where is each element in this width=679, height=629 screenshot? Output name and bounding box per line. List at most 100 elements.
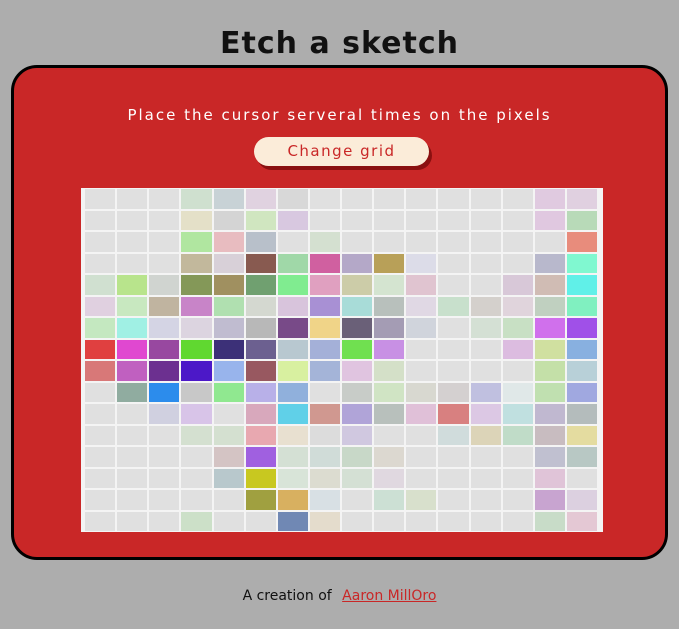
grid-pixel[interactable] bbox=[374, 232, 405, 252]
grid-pixel[interactable] bbox=[502, 189, 533, 209]
grid-pixel[interactable] bbox=[277, 490, 308, 510]
grid-pixel[interactable] bbox=[406, 339, 437, 359]
grid-pixel[interactable] bbox=[566, 339, 597, 359]
grid-pixel[interactable] bbox=[566, 318, 597, 338]
grid-pixel[interactable] bbox=[181, 318, 212, 338]
grid-pixel[interactable] bbox=[85, 382, 116, 402]
grid-pixel[interactable] bbox=[117, 468, 148, 488]
grid-pixel[interactable] bbox=[117, 339, 148, 359]
grid-pixel[interactable] bbox=[245, 511, 276, 531]
grid-pixel[interactable] bbox=[149, 447, 180, 467]
grid-pixel[interactable] bbox=[566, 382, 597, 402]
grid-pixel[interactable] bbox=[374, 189, 405, 209]
grid-pixel[interactable] bbox=[245, 490, 276, 510]
grid-pixel[interactable] bbox=[342, 404, 373, 424]
grid-pixel[interactable] bbox=[342, 210, 373, 230]
grid-pixel[interactable] bbox=[502, 490, 533, 510]
grid-pixel[interactable] bbox=[374, 361, 405, 381]
grid-pixel[interactable] bbox=[534, 404, 565, 424]
grid-pixel[interactable] bbox=[438, 490, 469, 510]
grid-pixel[interactable] bbox=[374, 490, 405, 510]
grid-pixel[interactable] bbox=[181, 189, 212, 209]
grid-pixel[interactable] bbox=[149, 490, 180, 510]
grid-pixel[interactable] bbox=[277, 189, 308, 209]
grid-pixel[interactable] bbox=[566, 425, 597, 445]
grid-pixel[interactable] bbox=[309, 318, 340, 338]
grid-pixel[interactable] bbox=[181, 468, 212, 488]
grid-pixel[interactable] bbox=[374, 296, 405, 316]
grid-pixel[interactable] bbox=[502, 468, 533, 488]
grid-pixel[interactable] bbox=[566, 275, 597, 295]
grid-pixel[interactable] bbox=[245, 425, 276, 445]
grid-pixel[interactable] bbox=[213, 447, 244, 467]
grid-pixel[interactable] bbox=[470, 361, 501, 381]
grid-pixel[interactable] bbox=[181, 447, 212, 467]
grid-pixel[interactable] bbox=[85, 189, 116, 209]
grid-pixel[interactable] bbox=[117, 361, 148, 381]
grid-pixel[interactable] bbox=[85, 361, 116, 381]
grid-pixel[interactable] bbox=[309, 275, 340, 295]
grid-pixel[interactable] bbox=[245, 468, 276, 488]
grid-pixel[interactable] bbox=[470, 296, 501, 316]
grid-pixel[interactable] bbox=[117, 318, 148, 338]
grid-pixel[interactable] bbox=[342, 296, 373, 316]
grid-pixel[interactable] bbox=[534, 189, 565, 209]
grid-pixel[interactable] bbox=[406, 232, 437, 252]
grid-pixel[interactable] bbox=[309, 189, 340, 209]
grid-pixel[interactable] bbox=[309, 468, 340, 488]
grid-pixel[interactable] bbox=[117, 447, 148, 467]
grid-pixel[interactable] bbox=[85, 296, 116, 316]
grid-pixel[interactable] bbox=[502, 425, 533, 445]
grid-pixel[interactable] bbox=[277, 511, 308, 531]
grid-pixel[interactable] bbox=[117, 210, 148, 230]
grid-pixel[interactable] bbox=[502, 511, 533, 531]
grid-pixel[interactable] bbox=[181, 425, 212, 445]
grid-pixel[interactable] bbox=[181, 361, 212, 381]
grid-pixel[interactable] bbox=[502, 404, 533, 424]
grid-pixel[interactable] bbox=[213, 425, 244, 445]
grid-pixel[interactable] bbox=[181, 275, 212, 295]
grid-pixel[interactable] bbox=[374, 511, 405, 531]
grid-pixel[interactable] bbox=[149, 339, 180, 359]
grid-pixel[interactable] bbox=[181, 339, 212, 359]
grid-pixel[interactable] bbox=[470, 339, 501, 359]
grid-pixel[interactable] bbox=[438, 511, 469, 531]
grid-pixel[interactable] bbox=[534, 318, 565, 338]
grid-pixel[interactable] bbox=[438, 189, 469, 209]
grid-pixel[interactable] bbox=[438, 468, 469, 488]
grid-pixel[interactable] bbox=[534, 468, 565, 488]
grid-pixel[interactable] bbox=[309, 425, 340, 445]
grid-pixel[interactable] bbox=[534, 490, 565, 510]
grid-pixel[interactable] bbox=[374, 318, 405, 338]
grid-pixel[interactable] bbox=[309, 382, 340, 402]
grid-pixel[interactable] bbox=[534, 296, 565, 316]
grid-pixel[interactable] bbox=[470, 232, 501, 252]
grid-pixel[interactable] bbox=[470, 189, 501, 209]
grid-pixel[interactable] bbox=[309, 404, 340, 424]
grid-pixel[interactable] bbox=[213, 189, 244, 209]
grid-pixel[interactable] bbox=[470, 468, 501, 488]
grid-pixel[interactable] bbox=[149, 404, 180, 424]
grid-pixel[interactable] bbox=[374, 447, 405, 467]
grid-pixel[interactable] bbox=[374, 382, 405, 402]
grid-pixel[interactable] bbox=[470, 404, 501, 424]
grid-pixel[interactable] bbox=[181, 511, 212, 531]
grid-pixel[interactable] bbox=[117, 189, 148, 209]
grid-pixel[interactable] bbox=[566, 296, 597, 316]
grid-pixel[interactable] bbox=[213, 511, 244, 531]
grid-pixel[interactable] bbox=[245, 382, 276, 402]
grid-pixel[interactable] bbox=[502, 210, 533, 230]
grid-pixel[interactable] bbox=[85, 339, 116, 359]
grid-pixel[interactable] bbox=[245, 232, 276, 252]
grid-pixel[interactable] bbox=[213, 468, 244, 488]
grid-pixel[interactable] bbox=[213, 361, 244, 381]
grid-pixel[interactable] bbox=[245, 296, 276, 316]
grid-pixel[interactable] bbox=[309, 232, 340, 252]
grid-pixel[interactable] bbox=[566, 447, 597, 467]
grid-pixel[interactable] bbox=[245, 318, 276, 338]
grid-pixel[interactable] bbox=[438, 296, 469, 316]
grid-pixel[interactable] bbox=[149, 318, 180, 338]
grid-pixel[interactable] bbox=[117, 232, 148, 252]
grid-pixel[interactable] bbox=[85, 275, 116, 295]
grid-pixel[interactable] bbox=[213, 232, 244, 252]
